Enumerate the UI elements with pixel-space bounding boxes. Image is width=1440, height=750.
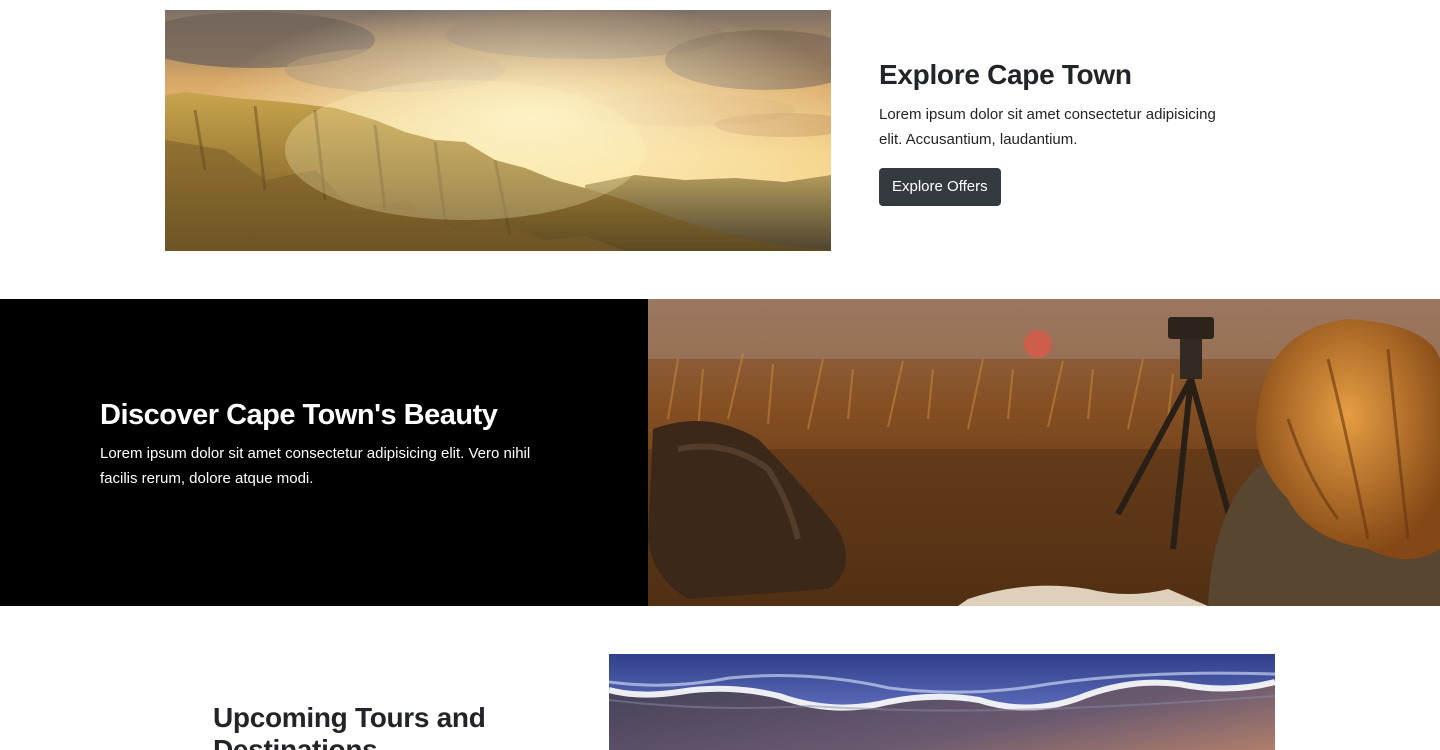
sunset-photographer-image <box>648 299 1440 606</box>
discover-title: Discover Cape Town's Beauty <box>100 399 498 431</box>
explore-description: Lorem ipsum dolor sit amet consectetur a… <box>879 106 1216 148</box>
discover-description: Lorem ipsum dolor sit amet consectetur a… <box>100 445 531 487</box>
tours-section: Upcoming Tours and Destinations <box>0 606 1440 750</box>
explore-section: Explore Cape Town Lorem ipsum dolor sit … <box>0 0 1440 299</box>
mountain-sunset-image <box>165 10 831 251</box>
tours-text-block: Upcoming Tours and Destinations <box>213 702 513 750</box>
discover-section: Discover Cape Town's Beauty Lorem ipsum … <box>0 299 1440 606</box>
beach-wave-image <box>609 654 1275 750</box>
explore-title: Explore Cape Town <box>879 59 1132 90</box>
explore-text-block: Explore Cape Town Lorem ipsum dolor sit … <box>879 58 1219 206</box>
discover-text-block: Discover Cape Town's Beauty Lorem ipsum … <box>100 397 540 491</box>
tours-title: Upcoming Tours and Destinations <box>213 702 486 750</box>
explore-offers-button[interactable]: Explore Offers <box>879 168 1001 206</box>
